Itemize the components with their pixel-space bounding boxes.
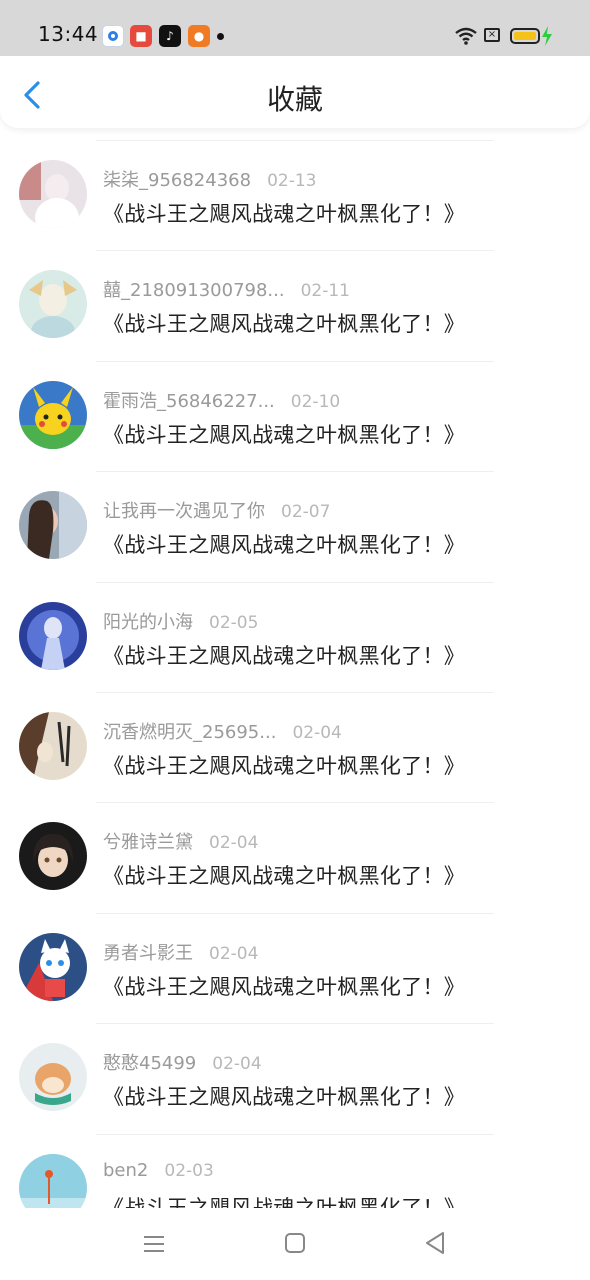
item-title[interactable]: 《战斗王之飓风战魂之叶枫黑化了！》 xyxy=(103,860,465,890)
item-title[interactable]: 《战斗王之飓风战魂之叶枫黑化了！》 xyxy=(103,308,465,338)
divider xyxy=(96,360,494,362)
item-meta: 霍雨浩_56846227... 02-10 xyxy=(103,387,340,413)
item-date: 02-04 xyxy=(292,722,342,743)
avatar[interactable] xyxy=(19,270,87,339)
avatar[interactable] xyxy=(19,932,87,1001)
avatar[interactable] xyxy=(19,380,87,449)
avatar[interactable] xyxy=(19,1043,87,1112)
item-meta: 憨憨45499 02-04 xyxy=(103,1049,262,1075)
item-title[interactable]: 《战斗王之飓风战魂之叶枫黑化了！》 xyxy=(103,529,465,559)
username[interactable]: 阳光的小海 xyxy=(103,612,193,633)
item-date: 02-03 xyxy=(164,1160,214,1181)
wifi-icon xyxy=(455,27,477,45)
username[interactable]: 囍_218091300798... xyxy=(103,280,285,301)
list-item[interactable]: 让我再一次遇见了你 02-07 《战斗王之飓风战魂之叶枫黑化了！》 xyxy=(0,471,590,581)
kuaishou-notification-icon: ● xyxy=(188,25,210,47)
item-meta: 让我再一次遇见了你 02-07 xyxy=(103,497,330,523)
list-item[interactable]: 阳光的小海 02-05 《战斗王之飓风战魂之叶枫黑化了！》 xyxy=(0,581,590,692)
item-meta: 兮雅诗兰黛 02-04 xyxy=(103,828,258,854)
item-date: 02-04 xyxy=(209,833,259,854)
item-date: 02-04 xyxy=(209,943,259,964)
browser-notification-icon xyxy=(102,25,124,47)
divider xyxy=(96,802,494,804)
item-meta: 阳光的小海 02-05 xyxy=(103,608,258,634)
more-notifications-icon xyxy=(217,33,224,40)
username[interactable]: 让我再一次遇见了你 xyxy=(103,501,265,522)
home-square-icon[interactable] xyxy=(285,1233,305,1253)
charging-icon xyxy=(542,26,552,46)
divider xyxy=(96,581,494,583)
menu-icon[interactable] xyxy=(143,1234,165,1254)
username[interactable]: ben2 xyxy=(103,1160,148,1181)
avatar[interactable] xyxy=(19,160,87,228)
app-notification-icon: ■ xyxy=(130,25,152,47)
item-meta: 囍_218091300798... 02-11 xyxy=(103,276,350,302)
status-time: 13:44 xyxy=(38,22,99,46)
list-item[interactable]: 兮雅诗兰黛 02-04 《战斗王之飓风战魂之叶枫黑化了！》 xyxy=(0,802,590,912)
divider xyxy=(96,1133,494,1135)
triangle-back-icon[interactable] xyxy=(424,1231,446,1255)
item-meta: ben2 02-03 xyxy=(103,1160,214,1181)
divider xyxy=(96,250,494,252)
tiktok-notification-icon: ♪ xyxy=(159,25,181,47)
item-date: 02-10 xyxy=(290,391,341,412)
avatar[interactable] xyxy=(19,491,87,560)
item-date: 02-11 xyxy=(300,281,350,302)
divider xyxy=(96,691,494,693)
username[interactable]: 霍雨浩_56846227... xyxy=(103,391,275,412)
item-title[interactable]: 《战斗王之飓风战魂之叶枫黑化了！》 xyxy=(103,1192,465,1208)
item-date: 02-13 xyxy=(267,171,317,191)
username[interactable]: 沉香燃明灭_25695... xyxy=(103,722,276,743)
avatar[interactable] xyxy=(19,711,87,780)
username[interactable]: 柒柒_956824368 xyxy=(103,170,251,191)
item-date: 02-04 xyxy=(212,1054,262,1075)
list-item[interactable]: 勇者斗影王 02-04 《战斗王之飓风战魂之叶枫黑化了！》 xyxy=(0,912,590,1023)
item-title[interactable]: 《战斗王之飓风战魂之叶枫黑化了！》 xyxy=(103,640,465,670)
item-title[interactable]: 《战斗王之飓风战魂之叶枫黑化了！》 xyxy=(103,419,465,449)
avatar[interactable] xyxy=(19,822,87,891)
status-bar: 13:44 ■ ♪ ● × xyxy=(0,0,590,56)
divider xyxy=(96,471,494,473)
item-title[interactable]: 《战斗王之飓风战魂之叶枫黑化了！》 xyxy=(103,198,465,228)
divider xyxy=(96,1023,494,1025)
username[interactable]: 兮雅诗兰黛 xyxy=(103,832,193,853)
sim-icon: × xyxy=(484,28,500,42)
list-item[interactable]: 柒柒_956824368 02-13 《战斗王之飓风战魂之叶枫黑化了！》 xyxy=(0,140,590,250)
item-meta: 勇者斗影王 02-04 xyxy=(103,939,258,965)
item-title[interactable]: 《战斗王之飓风战魂之叶枫黑化了！》 xyxy=(103,971,465,1001)
system-nav-bar xyxy=(0,1208,590,1280)
item-meta: 沉香燃明灭_25695... 02-04 xyxy=(103,718,342,744)
list-item[interactable]: ben2 02-03 《战斗王之飓风战魂之叶枫黑化了！》 xyxy=(0,1133,590,1208)
list-item[interactable]: 沉香燃明灭_25695... 02-04 《战斗王之飓风战魂之叶枫黑化了！》 xyxy=(0,691,590,802)
list-item[interactable]: 囍_218091300798... 02-11 《战斗王之飓风战魂之叶枫黑化了！》 xyxy=(0,250,590,360)
divider xyxy=(96,912,494,914)
favorites-list[interactable]: 柒柒_956824368 02-13 《战斗王之飓风战魂之叶枫黑化了！》 囍_21… xyxy=(0,140,590,1208)
item-date: 02-07 xyxy=(281,502,331,523)
app-header: 收藏 xyxy=(0,56,590,128)
page-title: 收藏 xyxy=(266,83,323,116)
item-date: 02-05 xyxy=(209,612,259,633)
battery-icon xyxy=(510,28,540,44)
divider xyxy=(96,140,494,141)
avatar[interactable] xyxy=(19,601,87,670)
list-item[interactable]: 憨憨45499 02-04 《战斗王之飓风战魂之叶枫黑化了！》 xyxy=(0,1023,590,1133)
list-item[interactable]: 霍雨浩_56846227... 02-10 《战斗王之飓风战魂之叶枫黑化了！》 xyxy=(0,360,590,471)
username[interactable]: 憨憨45499 xyxy=(103,1053,196,1074)
item-meta: 柒柒_956824368 02-13 xyxy=(103,166,316,192)
avatar[interactable] xyxy=(19,1153,87,1208)
username[interactable]: 勇者斗影王 xyxy=(103,943,193,964)
item-title[interactable]: 《战斗王之飓风战魂之叶枫黑化了！》 xyxy=(103,1081,465,1111)
item-title[interactable]: 《战斗王之飓风战魂之叶枫黑化了！》 xyxy=(103,750,465,780)
